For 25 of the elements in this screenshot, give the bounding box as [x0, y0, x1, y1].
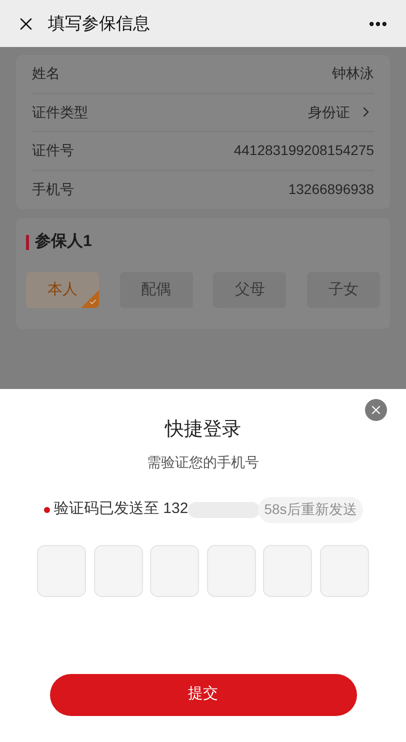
field-label: 证件号	[32, 141, 74, 160]
code-box[interactable]	[150, 544, 200, 596]
page-title: 填写参保信息	[48, 12, 150, 35]
field-label: 手机号	[32, 180, 74, 200]
field-label: 证件类型	[32, 102, 88, 122]
field-value: 13266896938	[288, 180, 374, 200]
accent-bar	[26, 234, 29, 250]
field-label: 姓名	[32, 64, 60, 84]
code-box[interactable]	[320, 544, 369, 596]
relation-option[interactable]: 父母	[213, 272, 286, 308]
code-box[interactable]	[37, 544, 86, 596]
field-value: 441283199208154275	[234, 141, 374, 160]
code-box[interactable]	[263, 544, 312, 596]
relation-option[interactable]: 配偶	[120, 272, 193, 308]
section-title: 参保人1	[35, 231, 92, 252]
field-value: 钟林泳	[332, 64, 374, 84]
sheet-title: 快捷登录	[165, 418, 241, 442]
code-box[interactable]	[94, 544, 143, 596]
relation-option[interactable]: 子女	[306, 272, 380, 308]
code-box[interactable]	[206, 544, 256, 596]
relation-option[interactable]: 本人	[26, 272, 99, 308]
sheet-subtitle: 需验证您的手机号	[147, 452, 259, 472]
submit-button[interactable]: 提交	[50, 674, 356, 716]
field-value[interactable]: 身份证	[308, 102, 350, 123]
sent-message: 验证码已发送至 132	[54, 499, 188, 520]
